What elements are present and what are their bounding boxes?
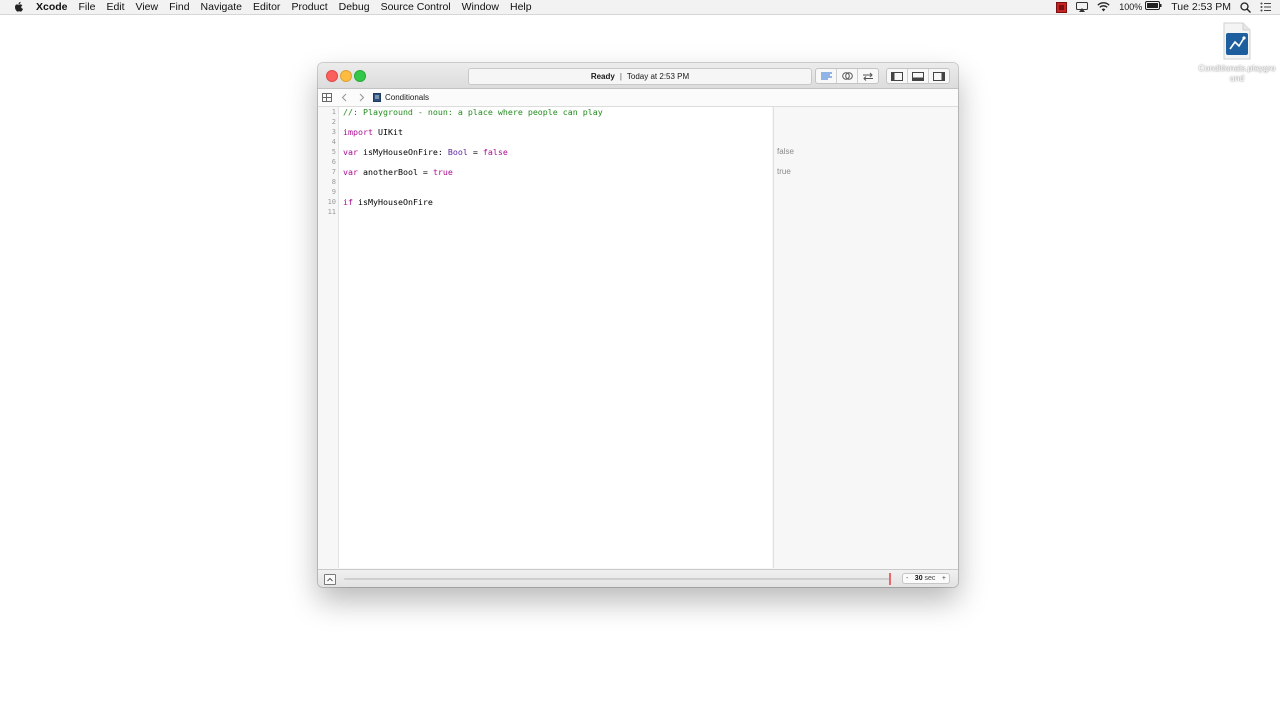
menu-source-control[interactable]: Source Control <box>381 0 451 14</box>
battery-status[interactable]: 100% <box>1119 0 1162 14</box>
playground-page-icon <box>373 93 381 102</box>
battery-icon <box>1145 0 1162 14</box>
line-number: 8 <box>331 178 336 186</box>
code-text: isMyHouseOnFire <box>353 197 433 207</box>
menu-product[interactable]: Product <box>291 0 327 14</box>
line-number: 10 <box>327 198 336 206</box>
code-line-7: var anotherBool = true <box>343 167 453 177</box>
code-line-1: //: Playground - noun: a place where peo… <box>343 107 603 117</box>
related-items-icon[interactable] <box>322 93 332 102</box>
line-number: 5 <box>331 148 336 156</box>
menu-clock[interactable]: Tue 2:53 PM <box>1171 0 1231 14</box>
toggle-navigator-button[interactable] <box>887 69 908 83</box>
jump-bar: Conditionals <box>318 89 958 107</box>
code-type: Bool <box>447 147 468 157</box>
editor-mode-group <box>815 68 879 84</box>
forward-arrow-icon[interactable] <box>359 93 365 102</box>
code-text: isMyHouseOnFire: <box>358 147 448 157</box>
standard-editor-button[interactable] <box>816 69 837 83</box>
minimize-window-button[interactable] <box>340 70 352 82</box>
code-keyword: if <box>343 197 353 207</box>
version-editor-button[interactable] <box>858 69 878 83</box>
apple-menu-icon[interactable] <box>13 1 27 13</box>
notification-center-icon[interactable] <box>1260 2 1271 12</box>
toggle-debug-area-button[interactable] <box>908 69 929 83</box>
timeline-slider-track[interactable] <box>344 578 890 580</box>
playground-bottom-bar: - 30 sec + <box>318 569 958 587</box>
source-editor[interactable]: //: Playground - noun: a place where peo… <box>339 107 772 568</box>
timer-number: 30 <box>914 575 923 582</box>
activity-status: Ready <box>590 72 615 81</box>
menu-debug[interactable]: Debug <box>339 0 370 14</box>
timer-unit: sec <box>922 575 936 582</box>
close-window-button[interactable] <box>326 70 338 82</box>
airplay-icon[interactable] <box>1076 2 1089 12</box>
window-toolbar: Ready | Today at 2:53 PM <box>318 63 958 89</box>
breadcrumb-file[interactable]: Conditionals <box>373 93 429 102</box>
menu-window[interactable]: Window <box>462 0 499 14</box>
code-line-3: import UIKit <box>343 127 403 137</box>
code-comment: //: Playground - noun: a place where peo… <box>343 107 603 117</box>
code-keyword: var <box>343 147 358 157</box>
code-line-10: if isMyHouseOnFire <box>343 197 433 207</box>
line-number: 11 <box>327 208 336 216</box>
spotlight-search-icon[interactable] <box>1240 1 1251 13</box>
line-number: 7 <box>331 168 336 176</box>
battery-percent: 100% <box>1119 2 1143 12</box>
show-debug-area-button[interactable] <box>324 574 336 585</box>
code-keyword: import <box>343 127 373 137</box>
menu-file[interactable]: File <box>79 0 96 14</box>
view-toggle-group <box>886 68 950 84</box>
code-keyword: var <box>343 167 358 177</box>
menu-help[interactable]: Help <box>510 0 532 14</box>
line-number-gutter: 1 2 3 4 5 6 7 8 9 10 11 <box>318 107 339 568</box>
playground-file-icon <box>1222 22 1252 60</box>
code-text: UIKit <box>372 127 403 137</box>
line-number: 1 <box>331 108 336 116</box>
menu-view[interactable]: View <box>136 0 159 14</box>
screen-recording-icon[interactable] <box>1056 1 1068 13</box>
line-number: 9 <box>331 188 336 196</box>
timer-increment-button[interactable]: + <box>942 575 946 582</box>
result-value-line-5[interactable]: false <box>777 147 794 157</box>
timeline-duration-stepper[interactable]: - 30 sec + <box>902 573 950 584</box>
assistant-editor-button[interactable] <box>837 69 858 83</box>
breadcrumb-file-name: Conditionals <box>385 93 430 102</box>
timer-decrement-button[interactable]: - <box>906 575 908 582</box>
xcode-playground-window: Ready | Today at 2:53 PM Conditionals 1 … <box>318 63 958 587</box>
line-number: 4 <box>331 138 336 146</box>
wifi-icon[interactable] <box>1097 2 1110 12</box>
result-value-line-7[interactable]: true <box>777 167 791 177</box>
activity-viewer: Ready | Today at 2:53 PM <box>468 68 812 85</box>
code-literal: false <box>482 147 508 157</box>
code-literal: true <box>432 167 453 177</box>
code-text: = <box>467 147 483 157</box>
line-number: 6 <box>331 158 336 166</box>
desktop-playground-file[interactable]: Conditionals.playground <box>1198 22 1276 83</box>
menu-edit[interactable]: Edit <box>106 0 124 14</box>
menu-bar: Xcode File Edit View Find Navigate Edito… <box>0 0 1280 15</box>
desktop-file-label: Conditionals.playground <box>1198 63 1276 83</box>
code-line-5: var isMyHouseOnFire: Bool = false <box>343 147 508 157</box>
results-sidebar: false true <box>773 107 958 568</box>
zoom-window-button[interactable] <box>354 70 366 82</box>
activity-time: Today at 2:53 PM <box>626 72 690 81</box>
toggle-utilities-button[interactable] <box>929 69 949 83</box>
menu-find[interactable]: Find <box>169 0 189 14</box>
timer-value: 30 sec <box>915 575 936 582</box>
timeline-slider-thumb[interactable] <box>889 573 891 585</box>
menu-navigate[interactable]: Navigate <box>201 0 242 14</box>
back-arrow-icon[interactable] <box>341 93 347 102</box>
code-text: anotherBool = <box>358 167 433 177</box>
menu-editor[interactable]: Editor <box>253 0 280 14</box>
menu-app-name[interactable]: Xcode <box>36 0 68 14</box>
line-number: 2 <box>331 118 336 126</box>
activity-separator: | <box>619 72 622 81</box>
line-number: 3 <box>331 128 336 136</box>
